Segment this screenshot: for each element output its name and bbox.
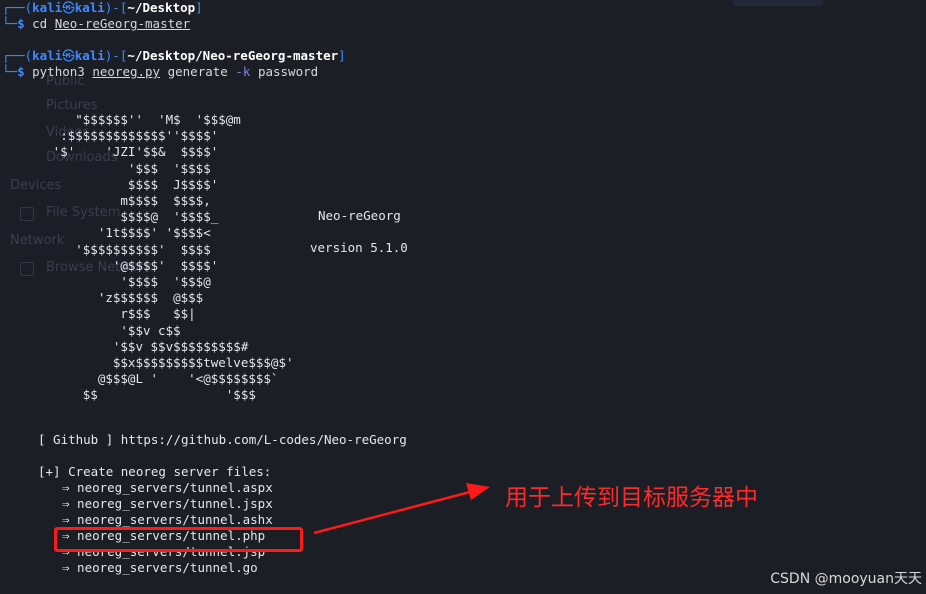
annotation-arrow [313, 483, 490, 535]
watermark: CSDN @mooyuan天天 [770, 571, 922, 587]
annotation-text: 用于上传到目标服务器中 [505, 485, 758, 511]
terminal-window[interactable]: Public Pictures Videos Downloads Devices… [0, 0, 926, 594]
